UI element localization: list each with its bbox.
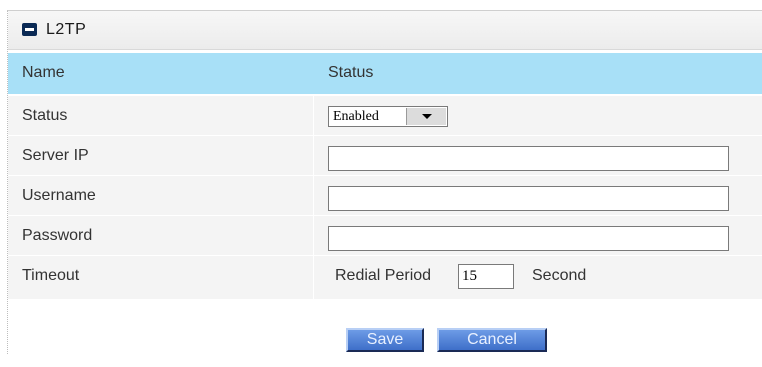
row-timeout: Timeout Redial Period Second: [8, 256, 762, 300]
column-header-name: Name: [22, 64, 65, 81]
username-input[interactable]: [328, 186, 729, 211]
redial-period-unit: Second: [532, 267, 587, 284]
column-header-row: Name Status: [8, 53, 762, 94]
row-password: Password: [8, 216, 762, 256]
row-label-server-ip: Server IP: [22, 147, 89, 164]
password-input[interactable]: [328, 226, 729, 251]
save-button[interactable]: Save: [346, 328, 424, 352]
status-select[interactable]: Enabled: [328, 106, 448, 127]
row-label-password: Password: [22, 227, 93, 244]
value-cell-server-ip: [313, 136, 762, 175]
minus-square-icon[interactable]: [22, 23, 37, 36]
row-label-timeout: Timeout: [22, 267, 80, 284]
status-select-value: Enabled: [333, 109, 379, 124]
cancel-button[interactable]: Cancel: [437, 328, 547, 352]
row-label-username: Username: [22, 187, 96, 204]
redial-period-input[interactable]: [458, 264, 514, 289]
row-label-status: Status: [22, 107, 68, 124]
action-bar: Save Cancel: [8, 322, 762, 354]
chevron-down-icon[interactable]: [406, 108, 446, 125]
server-ip-input[interactable]: [328, 146, 729, 171]
value-cell-password: [313, 216, 762, 255]
column-header-status: Status: [328, 64, 374, 81]
value-cell-username: [313, 176, 762, 215]
redial-period-label: Redial Period: [335, 267, 432, 284]
row-server-ip: Server IP: [8, 136, 762, 176]
value-cell-status: Enabled: [313, 96, 762, 135]
panel-header: L2TP: [8, 11, 762, 50]
panel-title: L2TP: [46, 21, 87, 38]
value-cell-timeout: Redial Period Second: [313, 256, 762, 299]
row-status: Status Enabled: [8, 96, 762, 136]
row-username: Username: [8, 176, 762, 216]
